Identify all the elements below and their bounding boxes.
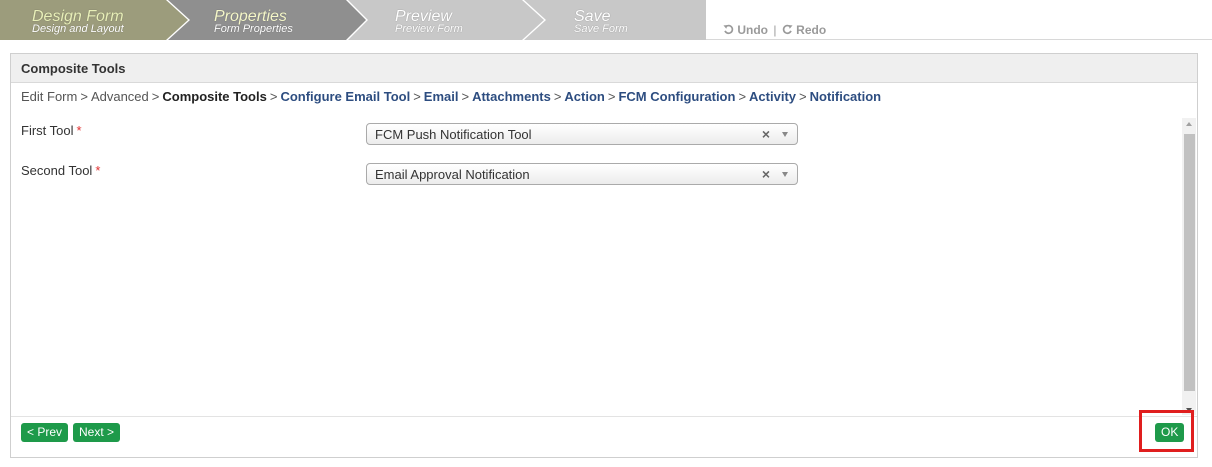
- chevron-down-icon[interactable]: [782, 132, 788, 137]
- breadcrumb-separator: >: [461, 89, 470, 104]
- panel-header: Composite Tools: [11, 54, 1197, 83]
- required-mark: *: [95, 163, 101, 178]
- breadcrumb-item-advanced[interactable]: Advanced: [91, 89, 149, 104]
- field-row-second-tool: Second Tool * Email Approval Notification…: [11, 156, 1181, 186]
- required-mark: *: [76, 123, 82, 138]
- step-subtitle: Save Form: [574, 23, 628, 35]
- wizard-divider: [706, 39, 1212, 40]
- composite-tools-panel: Composite Tools Edit Form > Advanced > Compo…: [10, 53, 1198, 458]
- breadcrumb-separator: >: [799, 89, 807, 104]
- breadcrumb-item-action[interactable]: Action: [564, 89, 604, 104]
- first-tool-label-text: First Tool: [21, 123, 74, 138]
- breadcrumb-item-fcm-configuration[interactable]: FCM Configuration: [618, 89, 735, 104]
- first-tool-label: First Tool *: [21, 123, 82, 138]
- breadcrumb-separator: >: [413, 89, 421, 104]
- redo-icon: [782, 24, 793, 35]
- breadcrumb-item-composite-tools: Composite Tools: [162, 89, 267, 104]
- redo-button[interactable]: Redo: [778, 23, 826, 37]
- field-row-first-tool: First Tool * FCM Push Notification Tool ×: [11, 116, 1181, 146]
- wizard-bar: Design Form Design and Layout Properties…: [0, 0, 1212, 40]
- breadcrumb-separator: >: [269, 89, 278, 104]
- breadcrumb-separator: >: [80, 89, 88, 104]
- breadcrumb: Edit Form > Advanced > Composite Tools > Confi…: [21, 89, 881, 104]
- scroll-up-arrow-icon[interactable]: [1186, 122, 1192, 126]
- second-tool-selected-value: Email Approval Notification: [375, 167, 530, 182]
- breadcrumb-item-notification[interactable]: Notification: [810, 89, 882, 104]
- undo-label: Undo: [737, 23, 768, 37]
- clear-icon[interactable]: ×: [762, 126, 770, 142]
- clear-icon[interactable]: ×: [762, 166, 770, 182]
- breadcrumb-separator: >: [553, 89, 562, 104]
- breadcrumb-item-activity[interactable]: Activity: [749, 89, 796, 104]
- ok-highlight-box: [1139, 410, 1194, 452]
- scrollbar-thumb[interactable]: [1184, 134, 1195, 391]
- form-content: First Tool * FCM Push Notification Tool ×…: [11, 116, 1181, 416]
- breadcrumb-separator: >: [738, 89, 747, 104]
- first-tool-select[interactable]: FCM Push Notification Tool ×: [366, 123, 798, 145]
- breadcrumb-item-attachments[interactable]: Attachments: [472, 89, 551, 104]
- step-properties[interactable]: Properties Form Properties: [214, 9, 293, 35]
- undo-icon: [723, 24, 734, 35]
- breadcrumb-separator: >: [607, 89, 616, 104]
- step-subtitle: Preview Form: [395, 23, 463, 35]
- next-button[interactable]: Next >: [73, 423, 121, 442]
- step-save[interactable]: Save Save Form: [574, 9, 628, 35]
- step-design-form[interactable]: Design Form Design and Layout: [32, 9, 124, 35]
- panel-title: Composite Tools: [21, 61, 126, 76]
- breadcrumb-item-email[interactable]: Email: [424, 89, 459, 104]
- chevron-down-icon[interactable]: [782, 172, 788, 177]
- breadcrumb-item-configure-email-tool[interactable]: Configure Email Tool: [280, 89, 410, 104]
- step-subtitle: Form Properties: [214, 23, 293, 35]
- second-tool-label: Second Tool *: [21, 163, 100, 178]
- panel-footer: < Prev Next > OK: [11, 416, 1197, 458]
- step-subtitle: Design and Layout: [32, 23, 124, 35]
- undo-redo-separator: |: [773, 23, 777, 37]
- breadcrumb-item-edit-form[interactable]: Edit Form: [21, 89, 77, 104]
- undo-button[interactable]: Undo: [723, 23, 771, 37]
- redo-label: Redo: [796, 23, 827, 37]
- first-tool-selected-value: FCM Push Notification Tool: [375, 127, 532, 142]
- second-tool-select[interactable]: Email Approval Notification ×: [366, 163, 798, 185]
- vertical-scrollbar[interactable]: [1182, 118, 1196, 415]
- undo-redo-group: Undo | Redo: [723, 23, 826, 37]
- breadcrumb-separator: >: [151, 89, 160, 104]
- second-tool-label-text: Second Tool: [21, 163, 93, 178]
- prev-button[interactable]: < Prev: [21, 423, 69, 442]
- step-preview[interactable]: Preview Preview Form: [395, 9, 463, 35]
